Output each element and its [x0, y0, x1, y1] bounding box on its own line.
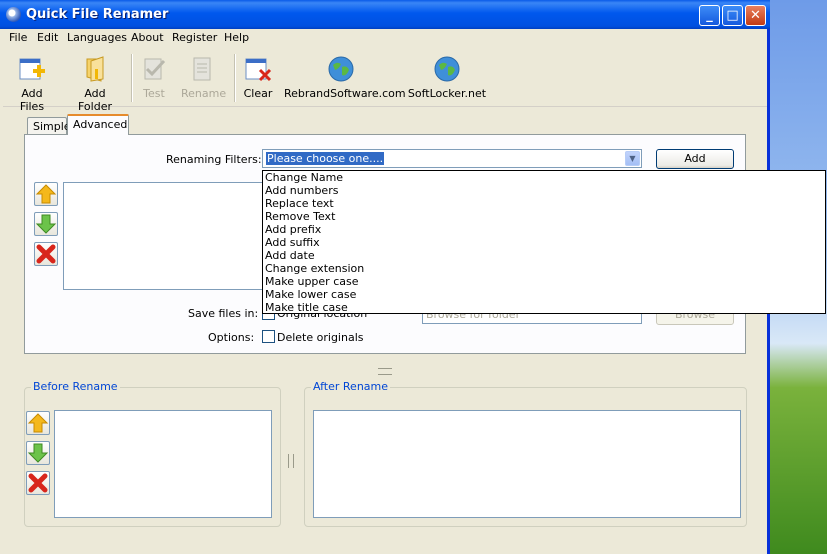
delete-originals-label: Delete originals: [277, 331, 364, 344]
minimize-button[interactable]: _: [699, 5, 720, 26]
test-button[interactable]: Test: [139, 55, 169, 100]
add-files-button[interactable]: Add Files: [9, 55, 55, 113]
app-window: Quick File Renamer _ □ ✕ File Edit Langu…: [0, 0, 826, 554]
move-file-down-button[interactable]: [26, 441, 50, 465]
remove-filter-button[interactable]: [34, 242, 58, 266]
combo-selected-value: Please choose one....: [266, 152, 385, 165]
chevron-down-icon[interactable]: ▼: [625, 151, 640, 166]
delete-x-icon: [36, 244, 56, 264]
globe-icon: [433, 55, 461, 83]
menu-bar: File Edit Languages About Register Help: [3, 29, 767, 48]
maximize-button[interactable]: □: [722, 5, 743, 26]
move-file-up-button[interactable]: [26, 411, 50, 435]
filter-option[interactable]: Add suffix: [263, 236, 825, 249]
move-filter-up-button[interactable]: [34, 182, 58, 206]
app-icon: [6, 7, 21, 22]
filter-option[interactable]: Change extension: [263, 262, 825, 275]
title-bar[interactable]: Quick File Renamer _ □ ✕: [0, 0, 770, 29]
test-icon: [140, 55, 168, 83]
filters-listbox[interactable]: [63, 182, 263, 290]
renaming-filters-label: Renaming Filters:: [166, 153, 262, 166]
rename-button[interactable]: Rename: [181, 55, 226, 100]
after-rename-title: After Rename: [311, 380, 391, 393]
horizontal-splitter[interactable]: [378, 368, 392, 375]
tab-simple[interactable]: Simple: [27, 117, 71, 135]
after-rename-listbox[interactable]: [313, 410, 741, 518]
clear-icon: [244, 55, 272, 83]
menu-file[interactable]: File: [9, 31, 27, 44]
add-files-icon: [18, 55, 46, 83]
filter-option[interactable]: Replace text: [263, 197, 825, 210]
globe-icon: [327, 55, 355, 83]
filter-option[interactable]: Make title case: [263, 301, 825, 314]
rebrandsoftware-link[interactable]: RebrandSoftware.com: [284, 55, 406, 100]
menu-edit[interactable]: Edit: [37, 31, 58, 44]
filter-option[interactable]: Make upper case: [263, 275, 825, 288]
add-folder-icon: [81, 55, 109, 83]
arrow-down-icon: [35, 214, 57, 234]
rename-icon: [188, 55, 216, 83]
menu-about[interactable]: About: [131, 31, 164, 44]
vertical-splitter[interactable]: [288, 454, 294, 468]
save-files-label: Save files in:: [188, 307, 259, 320]
delete-originals-checkbox[interactable]: [262, 330, 275, 343]
add-filter-button[interactable]: Add: [656, 149, 734, 169]
filter-option[interactable]: Add date: [263, 249, 825, 262]
arrow-up-icon: [35, 184, 57, 204]
close-button[interactable]: ✕: [745, 5, 766, 26]
menu-register[interactable]: Register: [172, 31, 217, 44]
before-rename-listbox[interactable]: [54, 410, 272, 518]
toolbar: Add Files Add Folder Test Rename Clear R…: [3, 50, 767, 113]
window-title: Quick File Renamer: [26, 7, 169, 22]
delete-x-icon: [28, 473, 48, 493]
menu-help[interactable]: Help: [224, 31, 249, 44]
filter-option[interactable]: Change Name: [263, 171, 825, 184]
tab-advanced[interactable]: Advanced: [67, 114, 129, 135]
before-rename-title: Before Rename: [31, 380, 120, 393]
toolbar-separator: [234, 54, 236, 102]
softlocker-link[interactable]: SoftLocker.net: [407, 55, 487, 100]
move-filter-down-button[interactable]: [34, 212, 58, 236]
filter-option[interactable]: Remove Text: [263, 210, 825, 223]
remove-file-button[interactable]: [26, 471, 50, 495]
add-folder-button[interactable]: Add Folder: [66, 55, 124, 113]
clear-button[interactable]: Clear: [242, 55, 274, 100]
arrow-up-icon: [27, 413, 49, 433]
toolbar-separator: [131, 54, 133, 102]
options-label: Options:: [208, 331, 255, 344]
menu-languages[interactable]: Languages: [67, 31, 127, 44]
filter-option[interactable]: Add numbers: [263, 184, 825, 197]
arrow-down-icon: [27, 443, 49, 463]
renaming-filters-combo[interactable]: Please choose one.... ▼: [262, 149, 642, 168]
filter-dropdown-list: Change Name Add numbers Replace text Rem…: [262, 170, 826, 314]
filter-option[interactable]: Add prefix: [263, 223, 825, 236]
filter-option[interactable]: Make lower case: [263, 288, 825, 301]
